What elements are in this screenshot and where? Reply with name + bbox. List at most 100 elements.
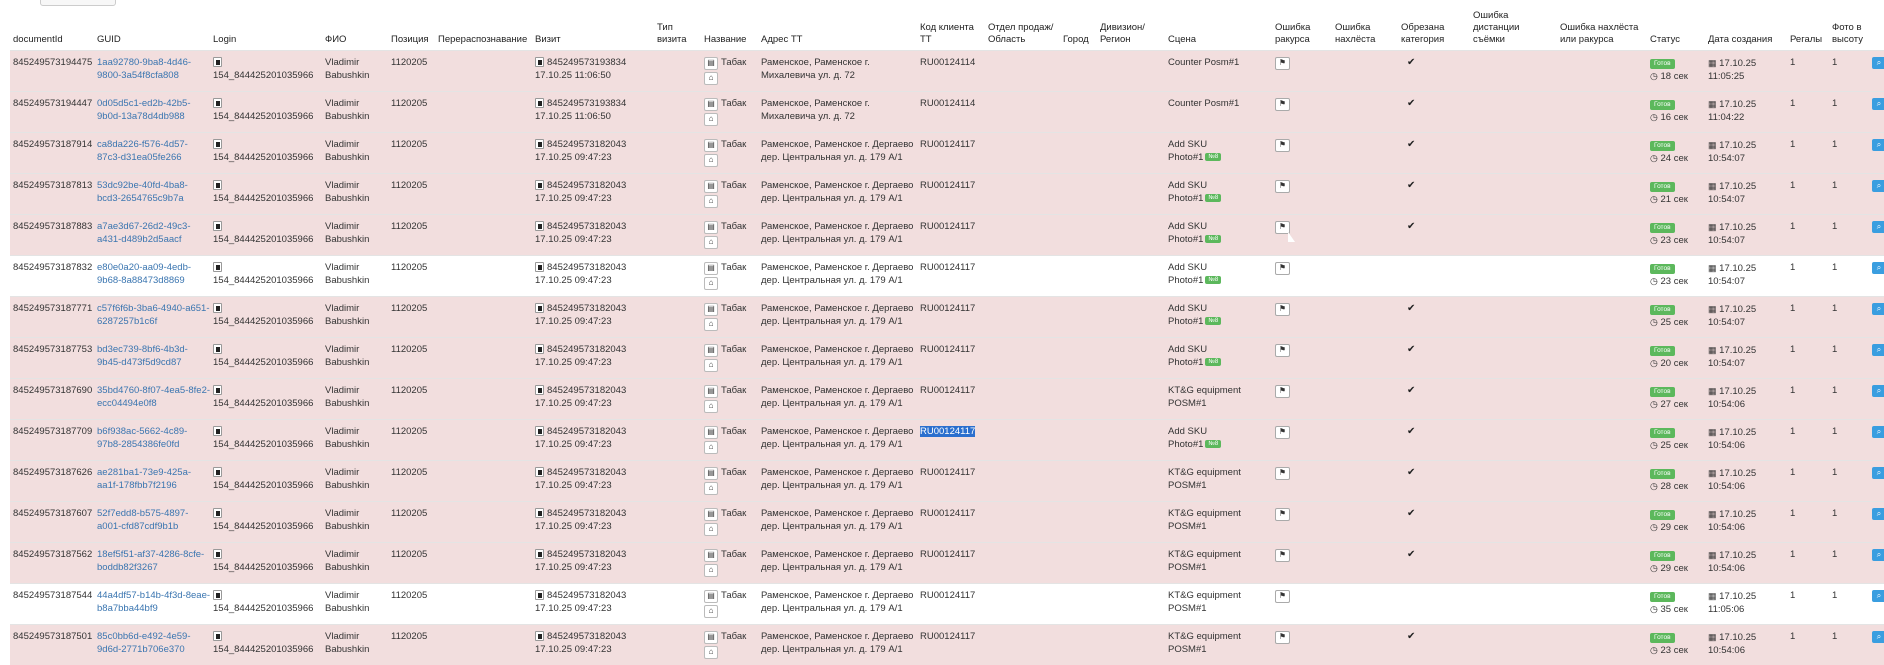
document-icon[interactable] bbox=[213, 426, 222, 436]
document-icon[interactable] bbox=[535, 590, 544, 600]
document-icon[interactable]: ▤ bbox=[704, 303, 718, 316]
column-header[interactable]: Код клиента ТТ bbox=[917, 0, 985, 51]
table-row[interactable]: 845249573187709 b6f938ac-5662-4c89-97b8-… bbox=[10, 420, 1884, 461]
flag-icon[interactable]: ⚑ bbox=[1275, 590, 1290, 603]
guid-part-1[interactable]: e80e0a20-aa09-4edb- bbox=[97, 262, 191, 273]
client-code[interactable]: RU00124117 bbox=[920, 426, 975, 437]
client-code[interactable]: RU00124117 bbox=[920, 508, 975, 519]
table-row[interactable]: 845249573187914 ca8da226-f576-4d57-87c3-… bbox=[10, 133, 1884, 174]
document-icon[interactable] bbox=[535, 467, 544, 477]
document-icon[interactable] bbox=[535, 139, 544, 149]
column-header[interactable]: Регалы bbox=[1787, 0, 1829, 51]
column-header[interactable]: Ошибка дистанции съёмки bbox=[1470, 0, 1557, 51]
column-header[interactable]: Название bbox=[701, 0, 758, 51]
home-icon[interactable]: ⌂ bbox=[704, 154, 718, 167]
column-header[interactable]: GUID bbox=[94, 0, 210, 51]
search-icon[interactable]: ⌕ bbox=[1872, 467, 1884, 479]
client-code[interactable]: RU00124117 bbox=[920, 549, 975, 560]
document-icon[interactable] bbox=[535, 57, 544, 67]
guid-cell[interactable]: e80e0a20-aa09-4edb-9b68-8a88473d8869 bbox=[94, 256, 210, 297]
guid-cell[interactable]: 52f7edd8-b575-4897-a001-cfd87cdf9b1b bbox=[94, 502, 210, 543]
search-icon[interactable]: ⌕ bbox=[1872, 549, 1884, 561]
guid-cell[interactable]: 44a4df57-b14b-4f3d-8eae-b8a7bba44bf9 bbox=[94, 584, 210, 625]
column-header[interactable]: Фото в высоту bbox=[1829, 0, 1884, 51]
guid-link[interactable]: a7ae3d67-26d2-49c3-a431-d489b2d5aacf bbox=[97, 221, 191, 245]
document-icon[interactable] bbox=[213, 590, 222, 600]
guid-link[interactable]: e80e0a20-aa09-4edb-9b68-8a88473d8869 bbox=[97, 262, 191, 286]
guid-part-2[interactable]: 97b8-2854386fe0fd bbox=[97, 439, 179, 450]
document-icon[interactable] bbox=[213, 98, 222, 108]
table-row[interactable]: 845249573194447 0d05d5c1-ed2b-42b5-9b0d-… bbox=[10, 92, 1884, 133]
guid-link[interactable]: bd3ec739-8bf6-4b3d-9b45-d473f5d9cd87 bbox=[97, 344, 188, 368]
column-header[interactable]: Город bbox=[1060, 0, 1097, 51]
home-icon[interactable]: ⌂ bbox=[704, 318, 718, 331]
column-header[interactable]: Статус bbox=[1647, 0, 1705, 51]
guid-link[interactable]: 44a4df57-b14b-4f3d-8eae-b8a7bba44bf9 bbox=[97, 590, 210, 614]
guid-link[interactable]: ae281ba1-73e9-425a-aa1f-178fbb7f2196 bbox=[97, 467, 191, 491]
flag-icon[interactable]: ⚑ bbox=[1275, 631, 1290, 644]
guid-link[interactable]: 52f7edd8-b575-4897-a001-cfd87cdf9b1b bbox=[97, 508, 188, 532]
guid-part-2[interactable]: aa1f-178fbb7f2196 bbox=[97, 480, 177, 491]
home-icon[interactable]: ⌂ bbox=[704, 564, 718, 577]
document-icon[interactable] bbox=[213, 467, 222, 477]
search-icon[interactable]: ⌕ bbox=[1872, 139, 1884, 151]
document-icon[interactable] bbox=[213, 221, 222, 231]
table-row[interactable]: 845249573187832 e80e0a20-aa09-4edb-9b68-… bbox=[10, 256, 1884, 297]
table-row[interactable]: 845249573187771 c57f6f6b-3ba6-4940-a651-… bbox=[10, 297, 1884, 338]
guid-cell[interactable]: c57f6f6b-3ba6-4940-a651-6287257b1c6f bbox=[94, 297, 210, 338]
guid-part-2[interactable]: a001-cfd87cdf9b1b bbox=[97, 521, 178, 532]
search-icon[interactable]: ⌕ bbox=[1872, 180, 1884, 192]
guid-cell[interactable]: b6f938ac-5662-4c89- 97b8-2854386fe0fd bbox=[94, 420, 210, 461]
guid-part-2[interactable]: 9b45-d473f5d9cd87 bbox=[97, 357, 182, 368]
guid-part-2[interactable]: ecc04494e0f8 bbox=[97, 398, 157, 409]
home-icon[interactable]: ⌂ bbox=[704, 441, 718, 454]
guid-link[interactable]: 0d05d5c1-ed2b-42b5-9b0d-13a78d4db988 bbox=[97, 98, 191, 122]
column-header[interactable]: Ошибка нахлёста или ракурса bbox=[1557, 0, 1647, 51]
guid-part-1[interactable]: 18ef5f51-af37-4286-8cfe- bbox=[97, 549, 204, 560]
guid-part-1[interactable]: 53dc92be-40fd-4ba8- bbox=[97, 180, 188, 191]
guid-part-1[interactable]: 44a4df57-b14b-4f3d-8eae- bbox=[97, 590, 210, 601]
document-icon[interactable]: ▤ bbox=[704, 549, 718, 562]
flag-icon[interactable]: ⚑ bbox=[1275, 262, 1290, 275]
column-header[interactable]: Отдел продаж/ Область bbox=[985, 0, 1060, 51]
home-icon[interactable]: ⌂ bbox=[704, 400, 718, 413]
guid-link[interactable]: 85c0bb6d-e492-4e59-9d6d-2771b706e370 bbox=[97, 631, 191, 655]
guid-cell[interactable]: 35bd4760-8f07-4ea5-8fe2-ecc04494e0f8 bbox=[94, 379, 210, 420]
guid-part-1[interactable]: ae281ba1-73e9-425a- bbox=[97, 467, 191, 478]
guid-part-1[interactable]: b6f938ac-5662-4c89- bbox=[97, 426, 187, 437]
document-icon[interactable]: ▤ bbox=[704, 590, 718, 603]
flag-icon[interactable]: ⚑ bbox=[1275, 180, 1290, 193]
flag-icon[interactable]: ⚑ bbox=[1275, 139, 1290, 152]
search-icon[interactable]: ⌕ bbox=[1872, 303, 1884, 315]
search-icon[interactable]: ⌕ bbox=[1872, 631, 1884, 643]
guid-link[interactable]: ca8da226-f576-4d57-87c3-d31ea05fe266 bbox=[97, 139, 188, 163]
search-icon[interactable]: ⌕ bbox=[1872, 344, 1884, 356]
document-icon[interactable] bbox=[213, 57, 222, 67]
guid-part-2[interactable]: 9800-3a54f8cfa808 bbox=[97, 70, 179, 81]
column-header[interactable]: Адрес ТТ bbox=[758, 0, 917, 51]
guid-cell[interactable]: 0d05d5c1-ed2b-42b5-9b0d-13a78d4db988 bbox=[94, 92, 210, 133]
column-header[interactable]: ФИО bbox=[322, 0, 388, 51]
document-icon[interactable] bbox=[535, 303, 544, 313]
flag-icon[interactable]: ⚑ bbox=[1275, 303, 1290, 316]
client-code[interactable]: RU00124117 bbox=[920, 631, 975, 642]
home-icon[interactable]: ⌂ bbox=[704, 277, 718, 290]
document-icon[interactable]: ▤ bbox=[704, 221, 718, 234]
client-code[interactable]: RU00124117 bbox=[920, 180, 975, 191]
guid-link[interactable]: b6f938ac-5662-4c89- 97b8-2854386fe0fd bbox=[97, 426, 187, 450]
document-icon[interactable]: ▤ bbox=[704, 467, 718, 480]
document-icon[interactable]: ▤ bbox=[704, 139, 718, 152]
guid-cell[interactable]: 53dc92be-40fd-4ba8-bcd3-2654765c9b7a bbox=[94, 174, 210, 215]
guid-part-2[interactable]: boddb82f3267 bbox=[97, 562, 158, 573]
guid-link[interactable]: 1aa92780-9ba8-4d46-9800-3a54f8cfa808 bbox=[97, 57, 191, 81]
flag-icon[interactable]: ⚑ bbox=[1275, 467, 1290, 480]
column-header[interactable]: Перераспознавание bbox=[435, 0, 532, 51]
document-icon[interactable] bbox=[213, 262, 222, 272]
guid-cell[interactable]: a7ae3d67-26d2-49c3-a431-d489b2d5aacf bbox=[94, 215, 210, 256]
home-icon[interactable]: ⌂ bbox=[704, 195, 718, 208]
document-icon[interactable] bbox=[535, 385, 544, 395]
document-icon[interactable]: ▤ bbox=[704, 426, 718, 439]
guid-part-2[interactable]: 6287257b1c6f bbox=[97, 316, 157, 327]
home-icon[interactable]: ⌂ bbox=[704, 236, 718, 249]
home-icon[interactable]: ⌂ bbox=[704, 523, 718, 536]
